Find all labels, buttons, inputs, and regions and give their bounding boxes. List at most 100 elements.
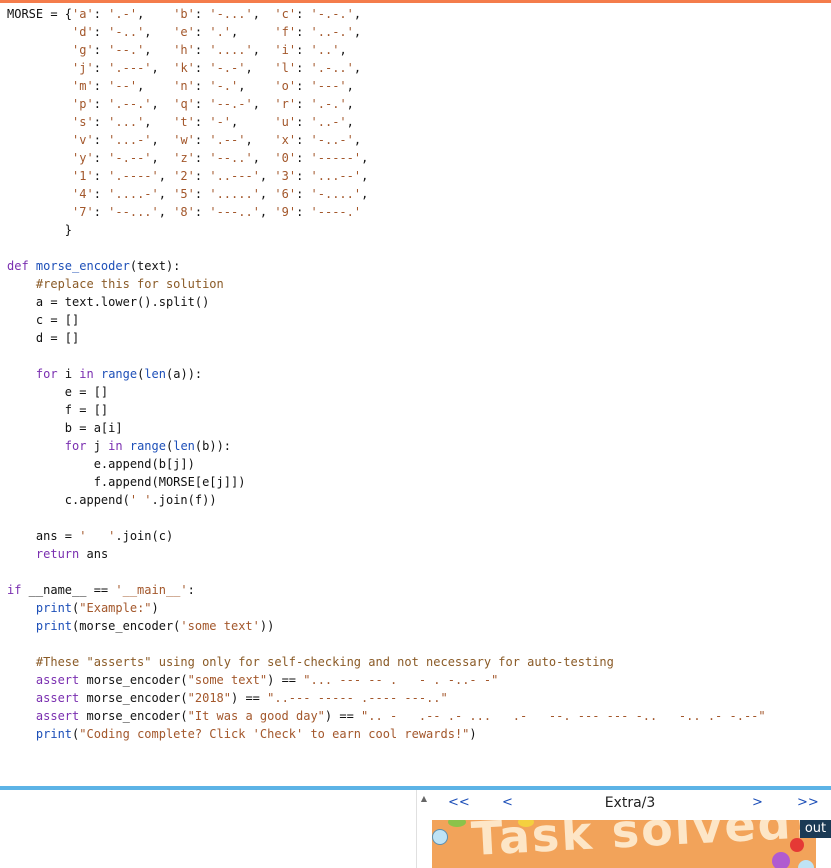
code-token: '-'	[209, 115, 232, 129]
code-token: f = []	[7, 403, 109, 417]
code-line[interactable]: 'g': '--.', 'h': '....', 'i': '..',	[7, 41, 766, 59]
code-line[interactable]: for i in range(len(a)):	[7, 365, 766, 383]
code-line[interactable]: e.append(b[j])	[7, 455, 766, 473]
code-line[interactable]: f = []	[7, 401, 766, 419]
code-line[interactable]: 's': '...', 't': '-', 'u': '..-',	[7, 113, 766, 131]
code-line[interactable]: b = a[i]	[7, 419, 766, 437]
code-token: '-...'	[209, 7, 253, 21]
code-token: '.--.'	[108, 97, 152, 111]
nav-next-button[interactable]: >	[752, 795, 763, 813]
code-token: (a)):	[166, 367, 203, 381]
code-token: 'w'	[173, 133, 195, 147]
code-token: "Example:"	[79, 601, 152, 615]
code-line[interactable]: 'p': '.--.', 'q': '--.-', 'r': '.-.',	[7, 95, 766, 113]
code-content[interactable]: MORSE = {'a': '.-', 'b': '-...', 'c': '-…	[7, 5, 766, 743]
code-line[interactable]: f.append(MORSE[e[j]])	[7, 473, 766, 491]
code-line[interactable]: c = []	[7, 311, 766, 329]
code-line[interactable]: assert morse_encoder("some text") == "..…	[7, 671, 766, 689]
code-token: "some text"	[187, 673, 268, 687]
code-token: ,	[137, 7, 174, 21]
code-line[interactable]: 'm': '--', 'n': '-.', 'o': '---',	[7, 77, 766, 95]
code-token: 'i'	[274, 43, 297, 57]
code-line[interactable]: }	[7, 221, 766, 239]
code-line[interactable]: def morse_encoder(text):	[7, 257, 766, 275]
code-token: :	[187, 583, 195, 597]
code-line[interactable]: ans = ' '.join(c)	[7, 527, 766, 545]
code-line[interactable]: '1': '.----', '2': '..---', '3': '...--'…	[7, 167, 766, 185]
code-token: :	[194, 97, 210, 111]
code-token: ,	[259, 205, 275, 219]
code-token: '.-'	[108, 7, 138, 21]
code-token: :	[93, 187, 109, 201]
code-token: :	[194, 187, 210, 201]
code-token: ,	[252, 151, 275, 165]
code-line[interactable]: '7': '--...', '8': '---..', '9': '----.'	[7, 203, 766, 221]
code-line[interactable]: 'v': '...-', 'w': '.--', 'x': '-..-',	[7, 131, 766, 149]
code-token: ,	[151, 133, 174, 147]
code-token: '-....'	[310, 187, 362, 201]
code-line[interactable]: #replace this for solution	[7, 275, 766, 293]
code-line[interactable]: assert morse_encoder("2018") == "..--- -…	[7, 689, 766, 707]
nav-prev-button[interactable]: <	[502, 795, 513, 813]
code-token: ,	[151, 61, 174, 75]
code-editor[interactable]: MORSE = {'a': '.-', 'b': '-...', 'c': '-…	[0, 3, 831, 786]
code-token: :	[194, 61, 210, 75]
code-line[interactable]: c.append(' '.join(f))	[7, 491, 766, 509]
code-line[interactable]	[7, 635, 766, 653]
code-token: 'v'	[72, 133, 94, 147]
code-token: )	[469, 727, 477, 741]
nav-last-button[interactable]: >>	[797, 795, 819, 813]
code-line[interactable]: 'j': '.---', 'k': '-.-', 'l': '.-..',	[7, 59, 766, 77]
code-token: ans	[79, 547, 109, 561]
code-token: '8'	[173, 205, 195, 219]
code-token: '--.'	[108, 43, 145, 57]
code-token: '.--'	[209, 133, 246, 147]
code-line[interactable]	[7, 347, 766, 365]
code-line[interactable]: a = text.lower().split()	[7, 293, 766, 311]
code-token: :	[93, 97, 109, 111]
code-line[interactable]: print(morse_encoder('some text'))	[7, 617, 766, 635]
output-toggle-button[interactable]: out	[800, 820, 831, 838]
code-token: ,	[353, 61, 362, 75]
scroll-up-arrow-icon[interactable]: ▲	[417, 792, 431, 806]
code-line[interactable]	[7, 239, 766, 257]
code-token: '.'	[209, 25, 232, 39]
code-token: MORSE = {	[7, 7, 73, 21]
code-line[interactable]: for j in range(len(b)):	[7, 437, 766, 455]
code-token: :	[93, 43, 109, 57]
code-line[interactable]: if __name__ == '__main__':	[7, 581, 766, 599]
code-line[interactable]: d = []	[7, 329, 766, 347]
code-line[interactable]: print("Coding complete? Click 'Check' to…	[7, 725, 766, 743]
code-token: ,	[346, 79, 354, 93]
code-token: (morse_encoder(	[72, 619, 181, 633]
code-line[interactable]: assert morse_encoder("It was a good day"…	[7, 707, 766, 725]
code-line[interactable]: 'y': '-.--', 'z': '--..', '0': '-----',	[7, 149, 766, 167]
code-token: :	[93, 7, 109, 21]
code-token: ,	[151, 97, 174, 111]
nav-first-button[interactable]: <<	[448, 795, 470, 813]
code-line[interactable]: #These "asserts" using only for self-che…	[7, 653, 766, 671]
code-token: '---'	[310, 79, 347, 93]
code-line[interactable]: return ans	[7, 545, 766, 563]
code-token: a = text.lower().split()	[7, 295, 210, 309]
code-token: assert	[35, 691, 80, 705]
code-line[interactable]: 'd': '-..', 'e': '.', 'f': '..-.',	[7, 23, 766, 41]
code-line[interactable]	[7, 563, 766, 581]
code-line[interactable]: '4': '....-', '5': '.....', '6': '-....'…	[7, 185, 766, 203]
decor-ball-icon	[790, 838, 804, 852]
code-token: ,	[259, 169, 275, 183]
code-line[interactable]: print("Example:")	[7, 599, 766, 617]
code-token: '4'	[72, 187, 94, 201]
code-line[interactable]	[7, 509, 766, 527]
nav-title: Extra/3	[604, 795, 656, 811]
code-line[interactable]: MORSE = {'a': '.-', 'b': '-...', 'c': '-…	[7, 5, 766, 23]
code-token: ,	[361, 169, 369, 183]
code-line[interactable]: e = []	[7, 383, 766, 401]
code-token: '....'	[209, 43, 253, 57]
